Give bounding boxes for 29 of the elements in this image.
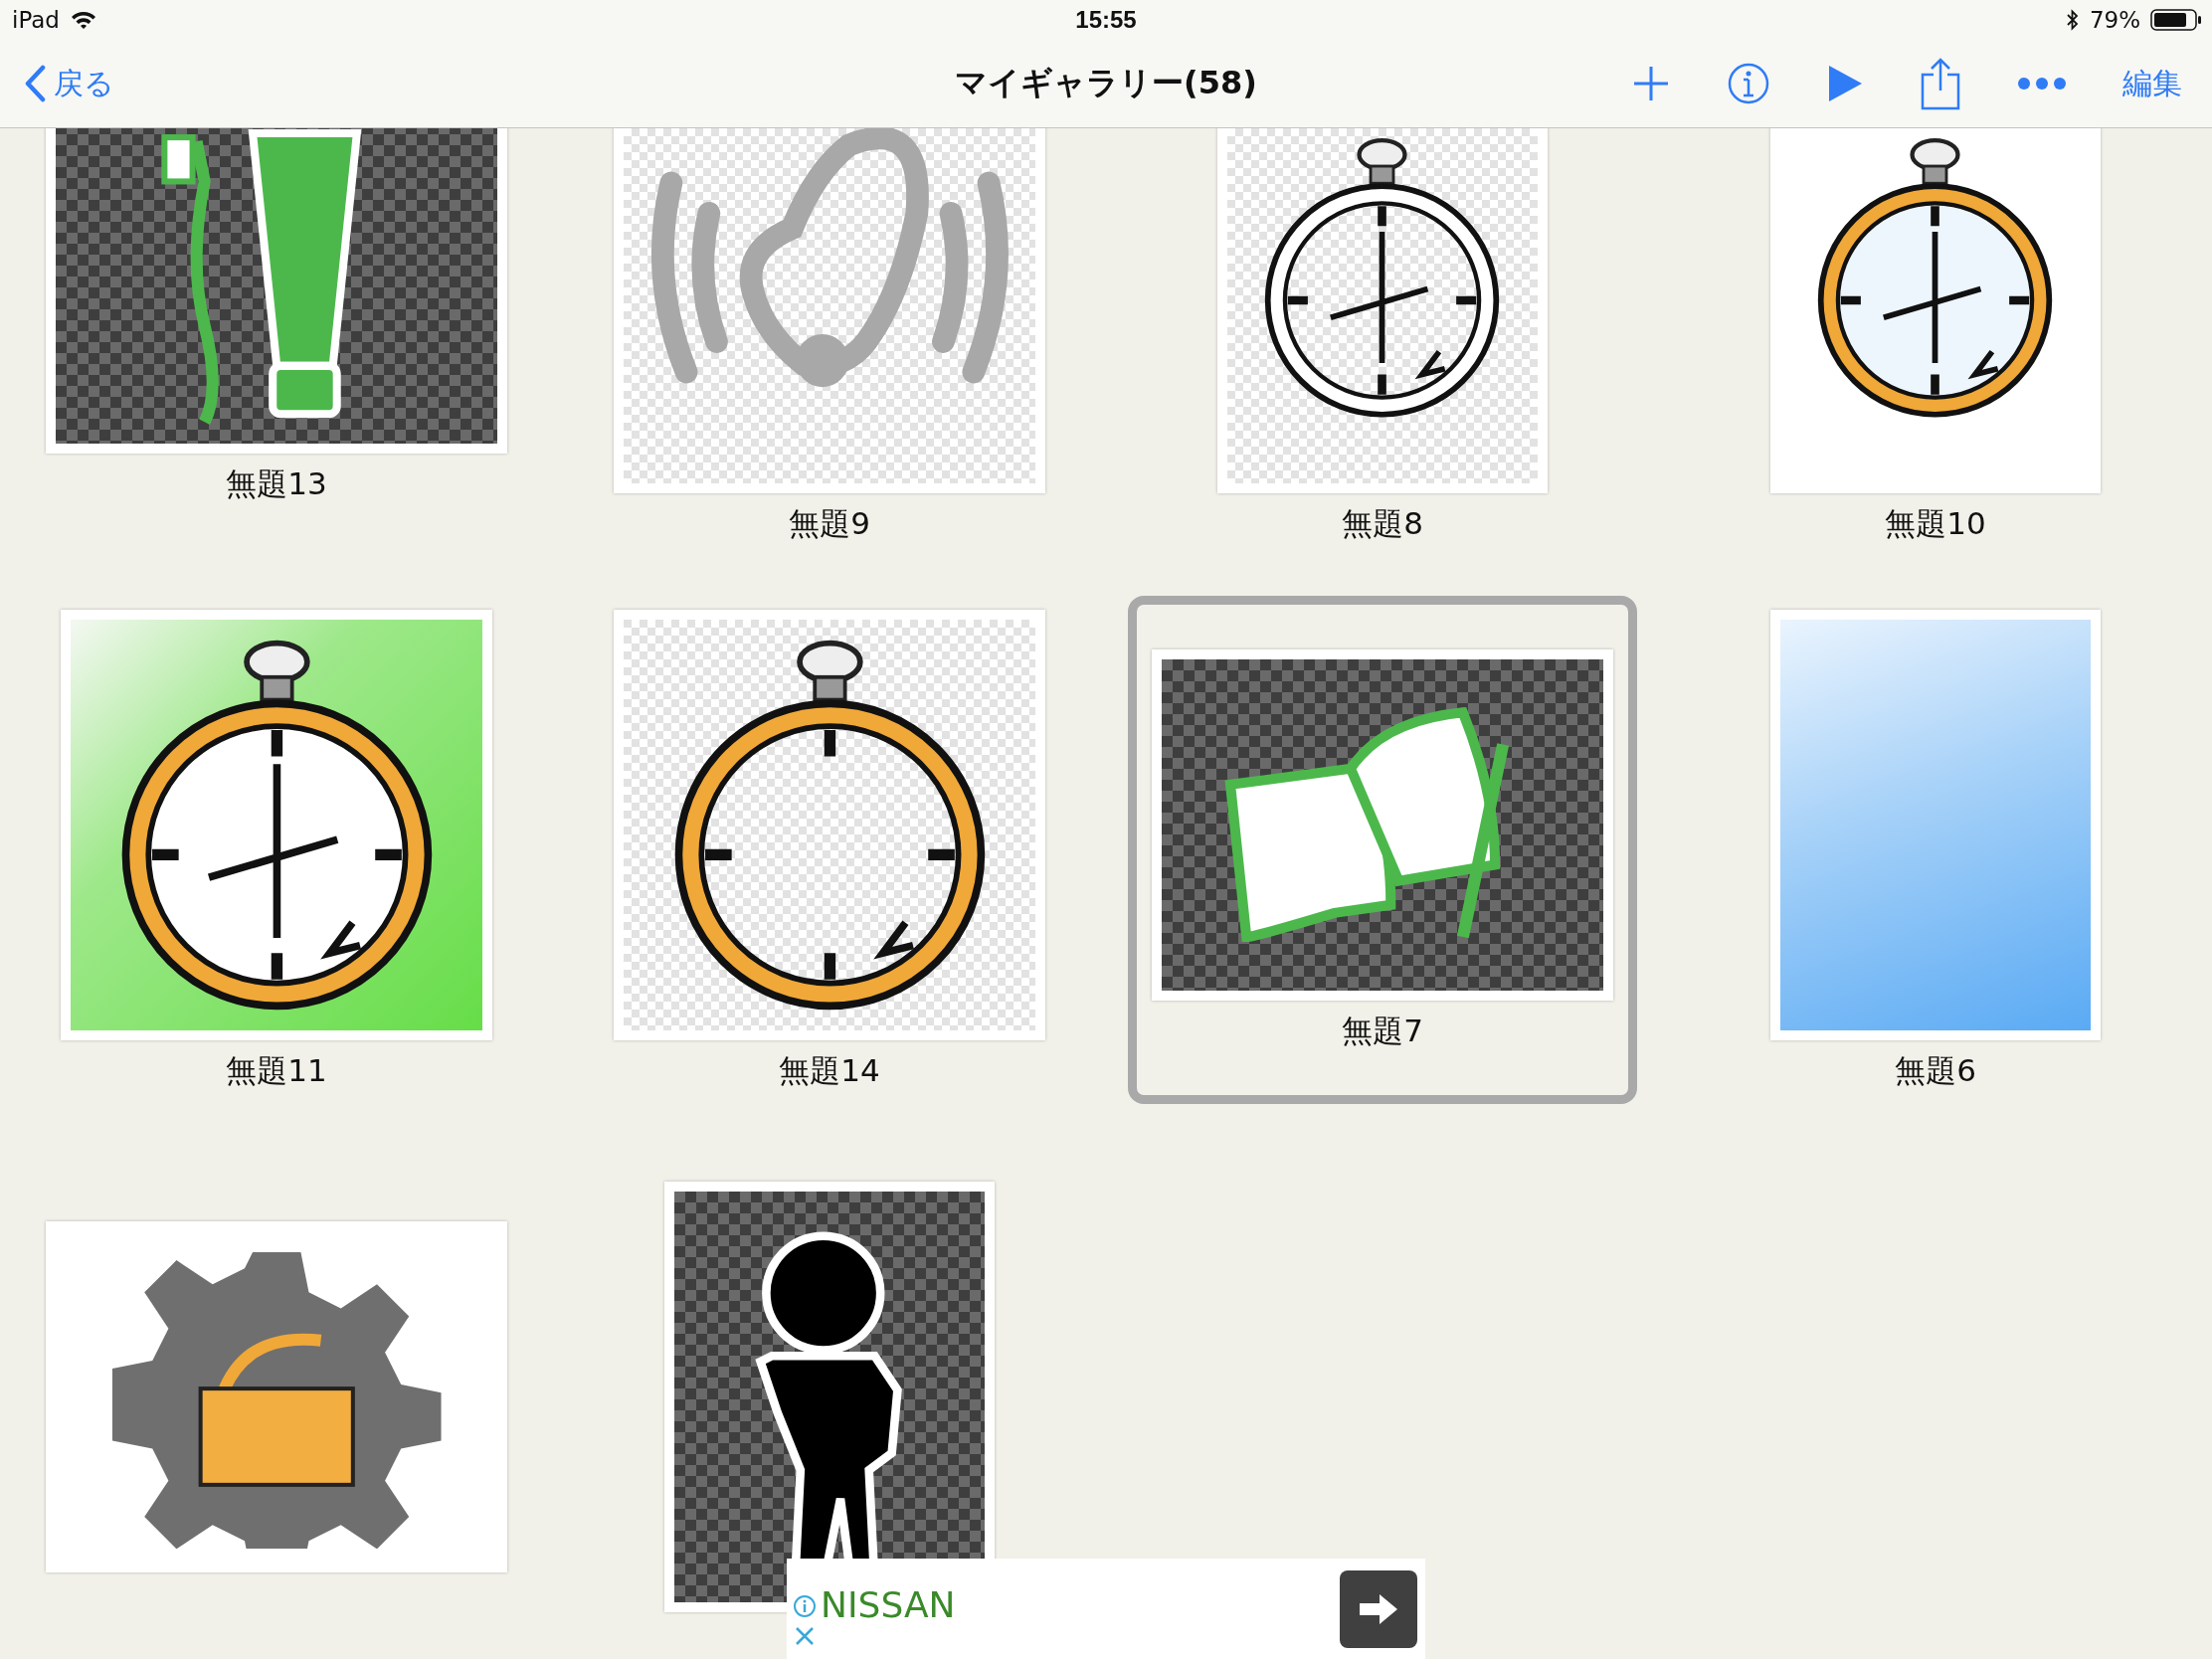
ad-banner[interactable]: NISSAN	[787, 1559, 1425, 1659]
item-title: 無題9	[789, 503, 870, 543]
item-title: 無題8	[1342, 503, 1423, 543]
bluetooth-icon	[2065, 9, 2080, 31]
close-icon[interactable]	[795, 1625, 815, 1646]
battery-icon	[2150, 8, 2202, 32]
share-icon[interactable]	[1920, 57, 1961, 110]
gallery-title: マイギャラリー(58)	[955, 63, 1257, 103]
info-icon[interactable]	[793, 1593, 817, 1618]
battery-percent: 79%	[2089, 7, 2140, 33]
play-icon[interactable]	[1826, 64, 1864, 103]
add-icon[interactable]	[1631, 64, 1671, 103]
ad-brand: NISSAN	[821, 1584, 956, 1625]
item-title: 無題14	[779, 1050, 880, 1090]
back-button[interactable]: 戻る	[24, 63, 114, 104]
item-title: 無題11	[226, 1050, 327, 1090]
go-button[interactable]	[1340, 1569, 1417, 1648]
item-title: 無題7	[1342, 1011, 1423, 1050]
info-icon[interactable]	[1727, 62, 1770, 105]
clock-time: 15:55	[1075, 6, 1137, 34]
selected-item-frame[interactable]: 無題7	[1128, 595, 1637, 1104]
item-title: 無題13	[226, 463, 327, 503]
item-title: 無題10	[1885, 503, 1986, 543]
edit-button[interactable]: 編集	[2122, 63, 2182, 104]
arrow-right-icon	[1360, 1593, 1397, 1624]
item-title: 無題6	[1895, 1050, 1976, 1090]
more-icon[interactable]	[2017, 77, 2067, 91]
device-name: iPad	[12, 7, 60, 33]
chevron-left-icon	[24, 65, 46, 102]
